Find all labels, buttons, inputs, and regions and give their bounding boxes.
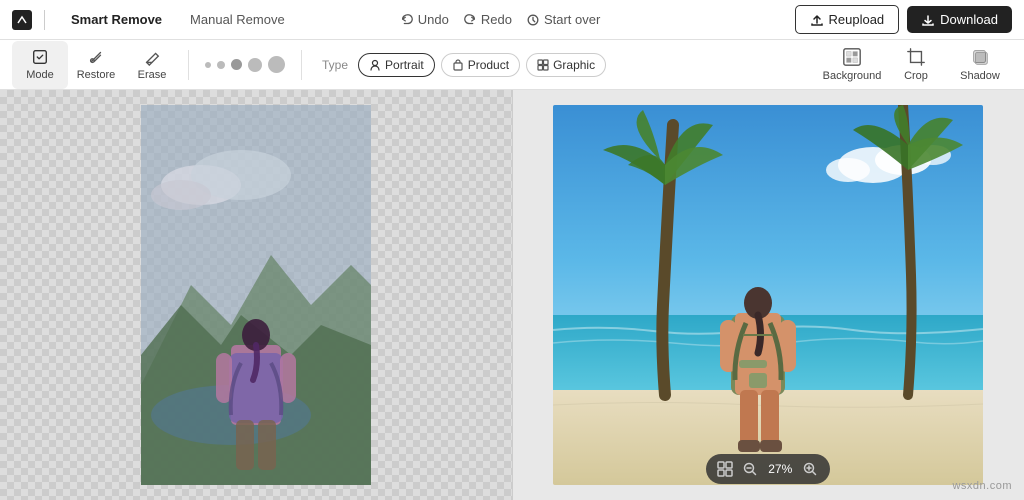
graphic-icon [537,59,549,71]
type-product-button[interactable]: Product [441,53,520,77]
app-logo [12,10,32,30]
shadow-tool-button[interactable]: Shadow [948,41,1012,89]
download-icon [921,13,935,27]
redo-icon [463,13,477,27]
brush-size-selector [197,56,293,73]
crop-label: Crop [904,70,928,82]
mode-tool-button[interactable]: Mode [12,41,68,89]
reupload-icon [810,13,824,27]
type-graphic-button[interactable]: Graphic [526,53,606,77]
original-image-container [141,105,371,485]
background-tool-button[interactable]: Background [820,41,884,89]
header-right-actions: Reupload Download [795,5,1012,34]
restore-tool-button[interactable]: Restore [68,41,124,89]
graphic-label: Graphic [553,58,595,72]
result-image-container [553,105,983,485]
product-icon [452,59,464,71]
zoom-out-button[interactable] [740,459,760,479]
download-button[interactable]: Download [907,6,1012,33]
background-label: Background [823,70,882,82]
zoom-controls: 27% [706,454,830,484]
redo-label: Redo [481,12,512,27]
crop-icon [906,47,926,67]
tab-smart-remove[interactable]: Smart Remove [57,8,176,31]
brush-size-sm[interactable] [217,61,225,69]
zoom-in-icon [803,462,817,476]
toolbar-divider-1 [188,50,189,80]
brush-size-xl[interactable] [268,56,285,73]
undo-icon [400,13,414,27]
tab-manual-remove[interactable]: Manual Remove [176,8,299,31]
portrait-icon [369,59,381,71]
header-center-actions: Undo Redo Start over [400,12,601,27]
header-divider [44,10,45,30]
shadow-label: Shadow [960,70,1000,82]
brush-size-lg[interactable] [248,58,262,72]
brush-size-md[interactable] [231,59,242,70]
zoom-value: 27% [766,462,794,476]
reupload-button[interactable]: Reupload [795,5,900,34]
product-label: Product [468,58,509,72]
watermark: wsxdn.com [952,480,1012,492]
zoom-in-button[interactable] [800,459,820,479]
brush-size-xs[interactable] [205,62,211,68]
fit-screen-icon [716,460,734,478]
portrait-label: Portrait [385,58,424,72]
download-label: Download [940,12,998,27]
header-tabs: Smart Remove Manual Remove [57,8,299,31]
header-bar: Smart Remove Manual Remove Undo Redo Sta… [0,0,1024,40]
right-panel: 27% wsxdn.com [513,90,1024,500]
zoom-out-icon [743,462,757,476]
erase-icon [143,48,161,66]
start-over-action[interactable]: Start over [526,12,600,27]
toolbar-divider-2 [301,50,302,80]
erase-label: Erase [138,69,167,81]
undo-label: Undo [418,12,449,27]
reupload-label: Reupload [829,12,885,27]
result-image [553,105,983,485]
background-icon [842,47,862,67]
start-over-icon [526,13,540,27]
mode-icon [31,48,49,66]
toolbar-left: Mode Restore Erase [12,41,618,89]
crop-tool-button[interactable]: Crop [884,41,948,89]
type-label: Type [322,58,348,72]
toolbar-right: Background Crop Shadow [820,41,1012,89]
restore-icon [87,48,105,66]
mode-label: Mode [26,69,54,81]
left-panel [0,90,513,500]
shadow-icon [970,47,990,67]
erase-tool-button[interactable]: Erase [124,41,180,89]
undo-action[interactable]: Undo [400,12,449,27]
start-over-label: Start over [544,12,600,27]
toolbar: Mode Restore Erase [0,40,1024,90]
type-section: Type Portrait Product [310,53,618,77]
type-portrait-button[interactable]: Portrait [358,53,435,77]
restore-label: Restore [77,69,116,81]
redo-action[interactable]: Redo [463,12,512,27]
original-image [141,105,371,485]
canvas-area: 27% wsxdn.com [0,90,1024,500]
